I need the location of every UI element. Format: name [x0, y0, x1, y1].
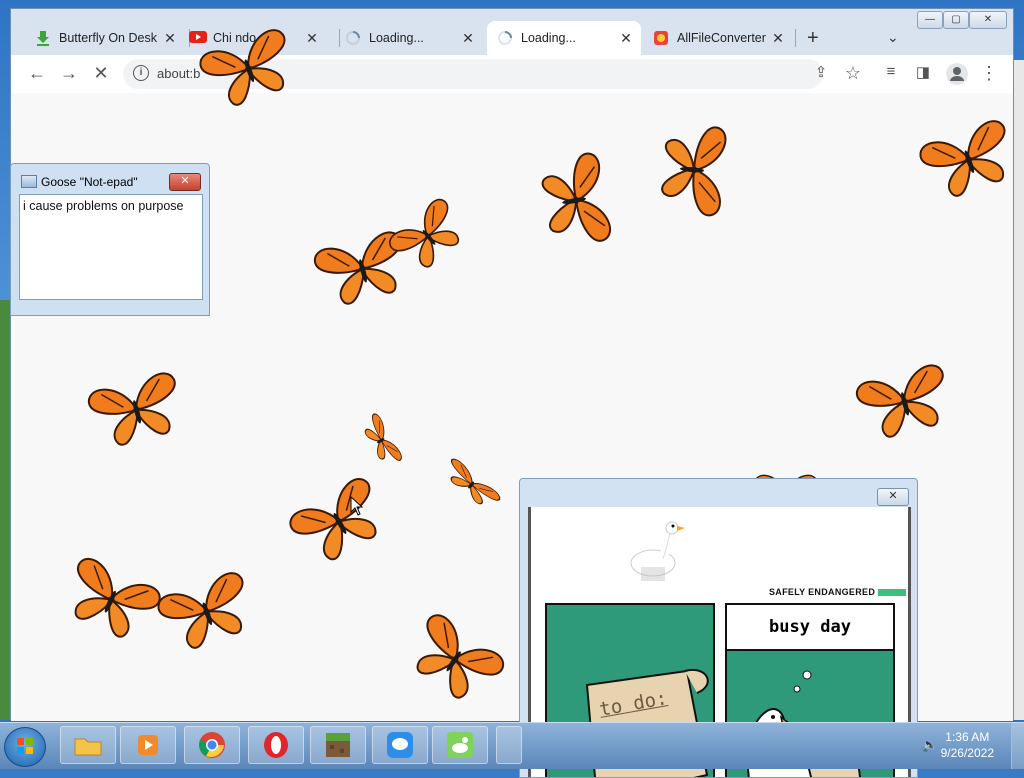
butterfly — [916, 116, 1022, 202]
media-controls-icon[interactable]: ≡ — [879, 63, 903, 80]
butterfly — [196, 25, 302, 114]
stop-loading-icon[interactable]: ✕ — [89, 63, 113, 84]
menu-icon[interactable]: ⋮ — [977, 63, 1001, 84]
chrome-icon — [199, 732, 225, 758]
windows-logo-icon — [17, 738, 33, 754]
taskbar-chat[interactable] — [372, 726, 428, 764]
site-info-icon[interactable]: i — [133, 65, 149, 81]
tab-search-button[interactable]: ⌄ — [887, 29, 899, 46]
taskbar-opera[interactable] — [248, 726, 304, 764]
butterfly — [540, 150, 613, 251]
back-icon[interactable]: ← — [25, 63, 49, 84]
profile-icon[interactable] — [945, 63, 969, 90]
new-tab-button[interactable]: + — [807, 27, 819, 50]
butterfly — [440, 456, 503, 514]
tab-separator — [795, 29, 796, 47]
goose-notepad-window: Goose "Not-epad" ✕ i cause problems on p… — [10, 163, 210, 316]
taskbar-minecraft[interactable] — [310, 726, 366, 764]
clock-time: 1:36 AM — [945, 730, 990, 744]
address-text[interactable]: about:b — [157, 66, 200, 81]
brand-tag — [878, 589, 907, 597]
mouse-cursor-icon — [350, 496, 364, 516]
meme-close-button[interactable]: ✕ — [877, 488, 909, 506]
notepad-close-button[interactable]: ✕ — [169, 173, 201, 191]
notepad-title: Goose "Not-epad" — [41, 175, 138, 189]
volume-icon[interactable]: 🔈 — [922, 737, 938, 753]
browser-toolbar: ← → ✕ i about:b ⇪ ☆ ≡ ◨ ⋮ — [11, 55, 1013, 94]
butterfly — [154, 568, 260, 657]
show-desktop-button[interactable] — [1011, 723, 1024, 769]
close-icon[interactable]: ✕ — [459, 30, 477, 47]
taskbar-goose[interactable] — [432, 726, 488, 764]
taskbar-chrome[interactable] — [184, 726, 240, 764]
butterfly — [285, 473, 390, 571]
taskbar: 🔈 1:36 AM 9/26/2022 — [0, 722, 1024, 769]
tab-allfileconverter[interactable]: AllFileConverter ✕ — [643, 21, 793, 55]
comic-caption: busy day — [727, 605, 893, 651]
comic-brand-label: SAFELY ENDANGERED — [769, 587, 907, 597]
chat-icon — [387, 732, 413, 758]
butterfly — [62, 554, 162, 647]
minecraft-icon — [326, 733, 350, 757]
converter-icon — [653, 30, 669, 46]
spinner-icon — [497, 30, 513, 46]
butterfly — [85, 369, 188, 452]
tab-strip: Butterfly On Desk ✕ Chi ndo ✕ Loading...… — [11, 9, 1013, 55]
opera-icon — [264, 732, 288, 758]
desktop-wallpaper-edge — [0, 300, 10, 720]
download-icon — [35, 30, 51, 46]
taskbar-media-player[interactable] — [120, 726, 176, 764]
butterfly — [853, 361, 956, 444]
goose-icon — [630, 521, 685, 581]
window-close-button[interactable]: ✕ — [969, 11, 1007, 29]
taskbar-explorer[interactable] — [60, 726, 116, 764]
clock[interactable]: 1:36 AM 9/26/2022 — [941, 729, 994, 761]
explorer-icon — [74, 738, 102, 756]
bookmark-star-icon[interactable]: ☆ — [841, 63, 865, 84]
close-icon[interactable]: ✕ — [769, 30, 787, 47]
taskbar-more[interactable] — [496, 726, 522, 764]
spinner-icon — [345, 30, 361, 46]
tab-loading-active[interactable]: Loading... ✕ — [487, 21, 641, 55]
tab-loading-1[interactable]: Loading... ✕ — [335, 21, 483, 55]
side-panel-icon[interactable]: ◨ — [911, 63, 935, 81]
start-button[interactable] — [4, 727, 46, 767]
notepad-icon — [21, 175, 37, 188]
minimize-button[interactable]: — — [917, 11, 943, 29]
close-icon[interactable]: ✕ — [161, 30, 179, 47]
goose-icon — [447, 732, 473, 758]
clock-date: 9/26/2022 — [940, 746, 994, 760]
maximize-button[interactable]: ▢ — [943, 11, 969, 29]
butterfly — [385, 195, 472, 279]
butterfly — [404, 609, 508, 710]
media-player-icon — [138, 735, 158, 755]
notepad-text-area[interactable]: i cause problems on purpose — [19, 194, 203, 300]
butterfly — [659, 122, 728, 218]
tab-butterfly[interactable]: Butterfly On Desk ✕ — [25, 21, 185, 55]
share-icon[interactable]: ⇪ — [809, 63, 833, 81]
forward-icon[interactable]: → — [57, 63, 81, 84]
close-icon[interactable]: ✕ — [617, 30, 635, 47]
